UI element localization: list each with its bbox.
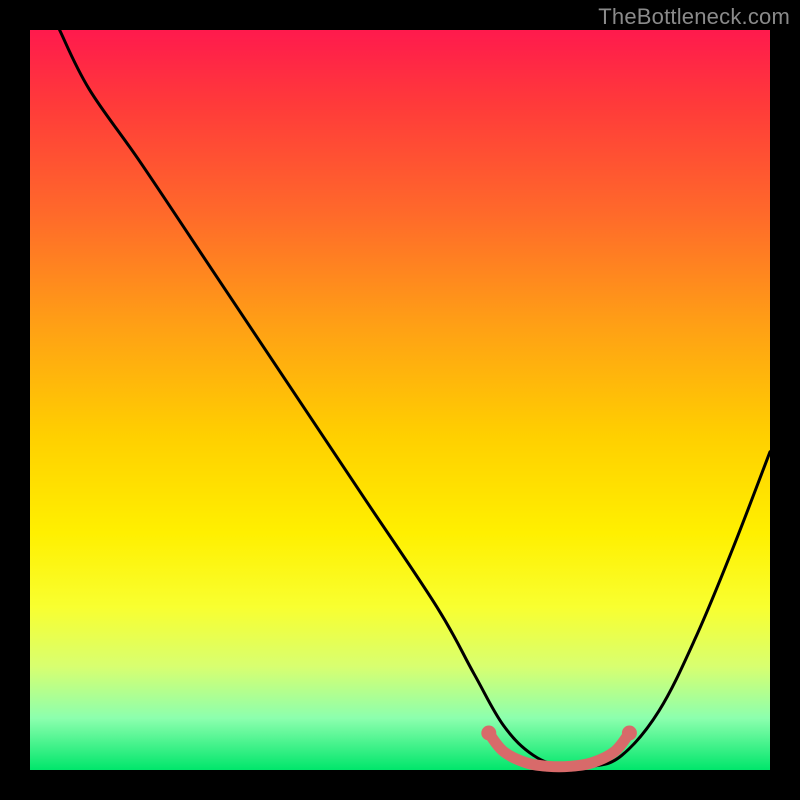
bottleneck-curve-path bbox=[60, 30, 770, 768]
watermark-text: TheBottleneck.com bbox=[598, 4, 790, 30]
sweet-spot-dot-right bbox=[622, 726, 637, 741]
chart-frame: TheBottleneck.com bbox=[0, 0, 800, 800]
chart-svg bbox=[30, 30, 770, 770]
sweet-spot-band-path bbox=[489, 733, 630, 767]
bottleneck-curve-line bbox=[60, 30, 770, 768]
sweet-spot-dot-left bbox=[481, 726, 496, 741]
plot-area bbox=[30, 30, 770, 770]
